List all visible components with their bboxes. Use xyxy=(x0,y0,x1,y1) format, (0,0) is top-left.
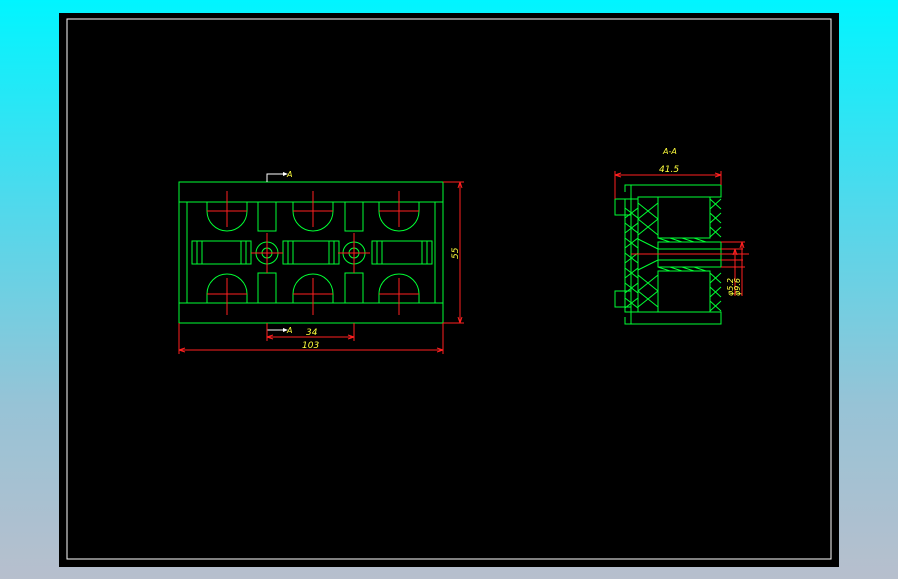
front-view xyxy=(178,181,444,324)
dimension-height-text: 55 xyxy=(451,247,461,259)
terminal-block-2 xyxy=(282,240,340,265)
terminal-block-3 xyxy=(371,240,433,265)
section-upper-hatch xyxy=(637,198,722,238)
drawing-frame xyxy=(66,18,832,560)
section-view-title: A-A xyxy=(662,147,677,156)
section-marker-top-label: A xyxy=(286,170,292,179)
front-centerlines xyxy=(207,191,419,315)
lower-slot-2 xyxy=(344,272,364,304)
dimension-width-total-text: 103 xyxy=(302,341,319,351)
lower-slot-1 xyxy=(257,272,277,304)
upper-slot-1 xyxy=(257,201,277,232)
dimension-spacing-text: 34 xyxy=(306,328,318,338)
section-marker-bottom-label: A xyxy=(286,326,292,335)
section-upper-cavity xyxy=(657,196,711,239)
cad-drawing-canvas[interactable]: A A 34 103 55 A-A 41.5 φ5.2 φ9.6 xyxy=(59,13,839,567)
section-upper-boss xyxy=(614,198,632,216)
upper-slot-2 xyxy=(344,201,364,232)
dimension-outer-diameter-text: φ9.6 xyxy=(733,278,742,296)
section-lower-cavity xyxy=(657,270,711,313)
drawing-sheet[interactable]: A A 34 103 55 A-A 41.5 φ5.2 φ9.6 xyxy=(59,13,839,567)
section-lower-hatch xyxy=(637,272,722,312)
dimension-depth-text: 41.5 xyxy=(659,165,679,175)
section-marker-top: A xyxy=(266,170,292,182)
section-marker-bottom: A xyxy=(266,323,292,335)
terminal-block-1 xyxy=(191,240,252,265)
front-outer-outline xyxy=(178,181,444,324)
